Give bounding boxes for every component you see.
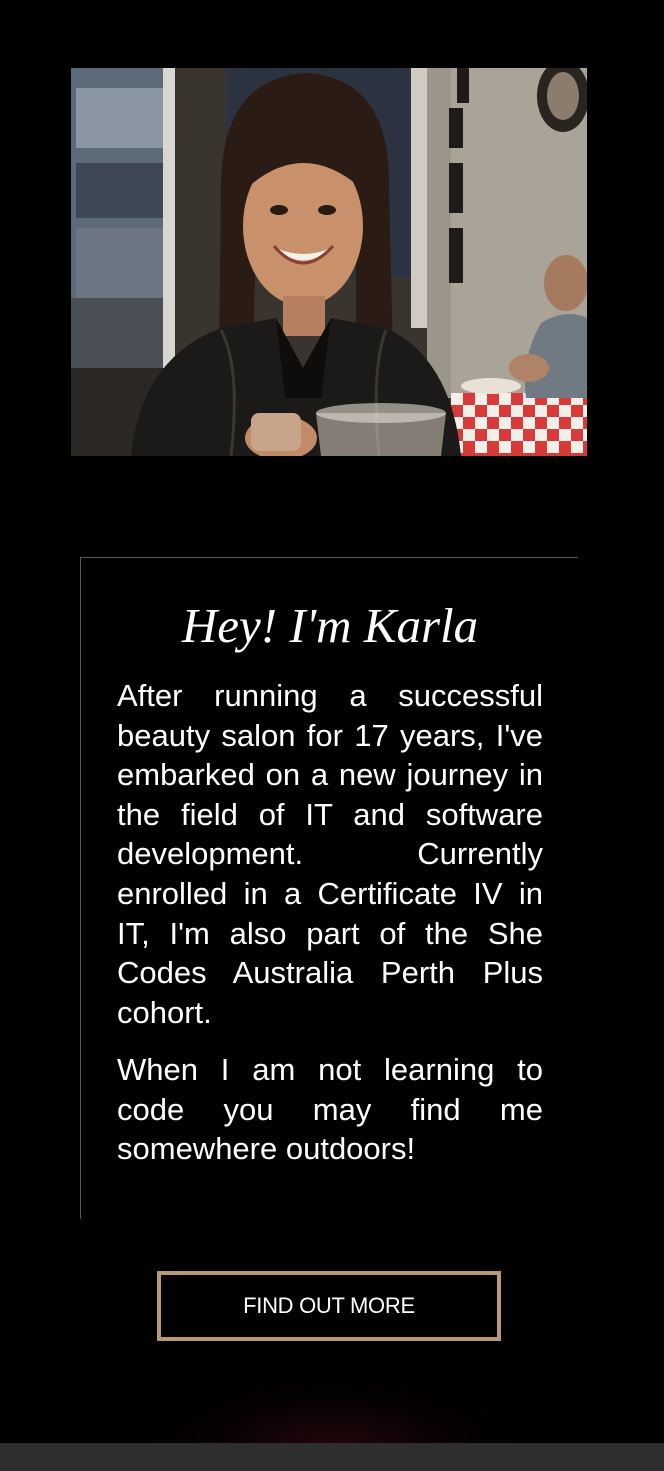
footer-bar (0, 1443, 664, 1471)
find-out-more-button[interactable]: FIND OUT MORE (157, 1271, 501, 1341)
about-paragraph-2: When I am not learning to code you may f… (117, 1052, 543, 1167)
profile-photo (71, 68, 587, 456)
about-card: Hey! I'm Karla After running a successfu… (80, 557, 578, 1219)
decorative-glow (150, 1380, 514, 1444)
about-title: Hey! I'm Karla (181, 598, 479, 653)
about-paragraph-1: After running a successful beauty salon … (117, 678, 543, 1030)
